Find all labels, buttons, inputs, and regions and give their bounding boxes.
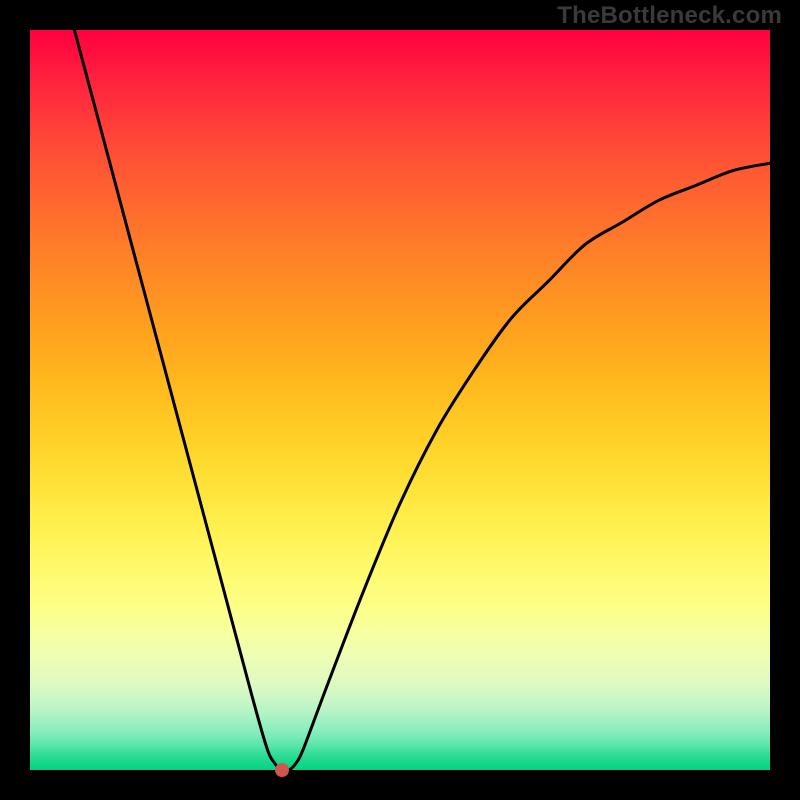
chart-plot-area: [30, 30, 770, 770]
optimum-marker: [275, 763, 289, 777]
bottleneck-curve: [30, 30, 770, 770]
watermark-text: TheBottleneck.com: [557, 2, 782, 30]
chart-frame: TheBottleneck.com: [0, 0, 800, 800]
